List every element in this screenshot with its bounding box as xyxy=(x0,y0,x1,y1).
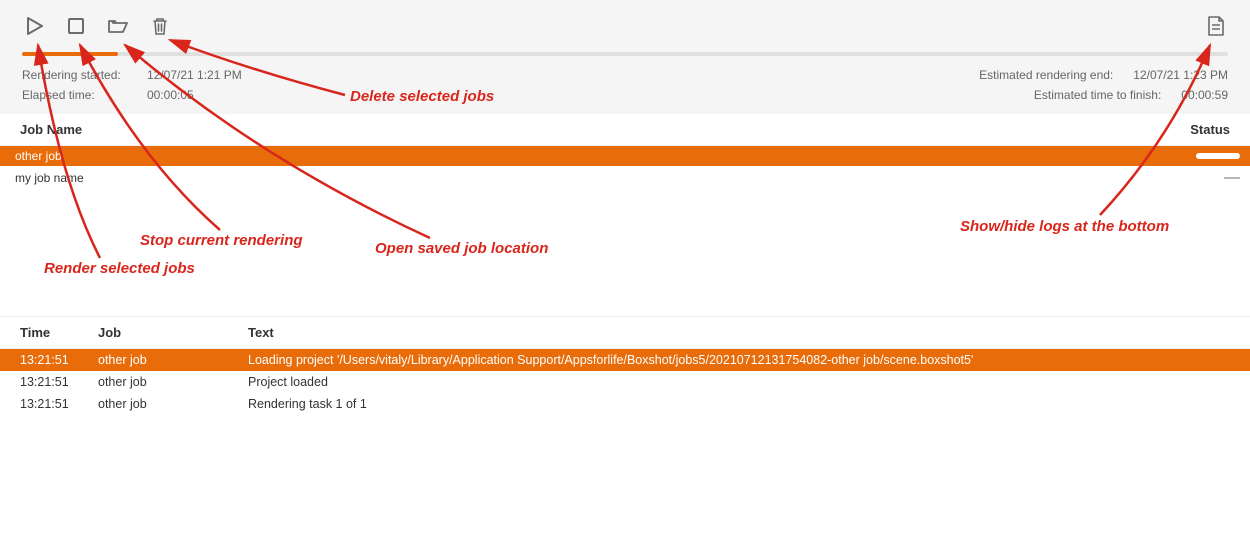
job-status-cell xyxy=(1180,153,1240,159)
play-button[interactable] xyxy=(22,14,46,38)
toolbar xyxy=(0,0,1250,52)
job-name-cell: my job name xyxy=(10,171,1180,185)
trash-icon xyxy=(152,17,168,35)
progress-bar-area xyxy=(0,52,1250,60)
job-name-cell: other job xyxy=(10,149,1180,163)
delete-button[interactable] xyxy=(148,14,172,38)
document-icon xyxy=(1207,16,1225,36)
log-list: 13:21:51 other job Loading project '/Use… xyxy=(0,349,1250,415)
start-value: 12/07/21 1:21 PM xyxy=(147,68,242,82)
info-bar: Rendering started: 12/07/21 1:21 PM Elaps… xyxy=(0,60,1250,114)
open-folder-button[interactable] xyxy=(106,14,130,38)
job-table-header: Job Name Status xyxy=(0,114,1250,146)
toggle-log-button[interactable] xyxy=(1204,14,1228,38)
log-table-header: Time Job Text xyxy=(0,316,1250,349)
log-time: 13:21:51 xyxy=(20,353,98,367)
log-text: Rendering task 1 of 1 xyxy=(248,397,1230,411)
job-list: other job my job name — xyxy=(0,146,1250,316)
progress-track xyxy=(22,52,1228,56)
log-time: 13:21:51 xyxy=(20,375,98,389)
log-text: Loading project '/Users/vitaly/Library/A… xyxy=(248,353,1230,367)
play-icon xyxy=(25,17,43,35)
log-row[interactable]: 13:21:51 other job Project loaded xyxy=(0,371,1250,393)
col-status: Status xyxy=(1150,122,1230,137)
job-row[interactable]: other job xyxy=(0,146,1250,166)
job-status-cell: — xyxy=(1180,169,1240,187)
stop-icon xyxy=(68,18,84,34)
folder-open-icon xyxy=(108,18,128,34)
log-row[interactable]: 13:21:51 other job Loading project '/Use… xyxy=(0,349,1250,371)
stop-button[interactable] xyxy=(64,14,88,38)
col-job: Job xyxy=(98,325,248,340)
eta-finish-label: Estimated time to finish: xyxy=(1011,88,1161,102)
col-text: Text xyxy=(248,325,1230,340)
col-time: Time xyxy=(20,325,98,340)
log-text: Project loaded xyxy=(248,375,1230,389)
elapsed-value: 00:00:05 xyxy=(147,88,194,102)
elapsed-label: Elapsed time: xyxy=(22,88,127,102)
start-label: Rendering started: xyxy=(22,68,127,82)
job-status-dash: — xyxy=(1224,169,1240,187)
log-time: 13:21:51 xyxy=(20,397,98,411)
col-job-name: Job Name xyxy=(20,122,1150,137)
eta-end-label: Estimated rendering end: xyxy=(963,68,1113,82)
log-job: other job xyxy=(98,353,248,367)
progress-fill xyxy=(22,52,118,56)
job-row[interactable]: my job name — xyxy=(0,166,1250,190)
log-job: other job xyxy=(98,397,248,411)
log-row[interactable]: 13:21:51 other job Rendering task 1 of 1 xyxy=(0,393,1250,415)
log-job: other job xyxy=(98,375,248,389)
eta-end-value: 12/07/21 1:23 PM xyxy=(1133,68,1228,82)
eta-finish-value: 00:00:59 xyxy=(1181,88,1228,102)
job-progress-indicator xyxy=(1196,153,1240,159)
